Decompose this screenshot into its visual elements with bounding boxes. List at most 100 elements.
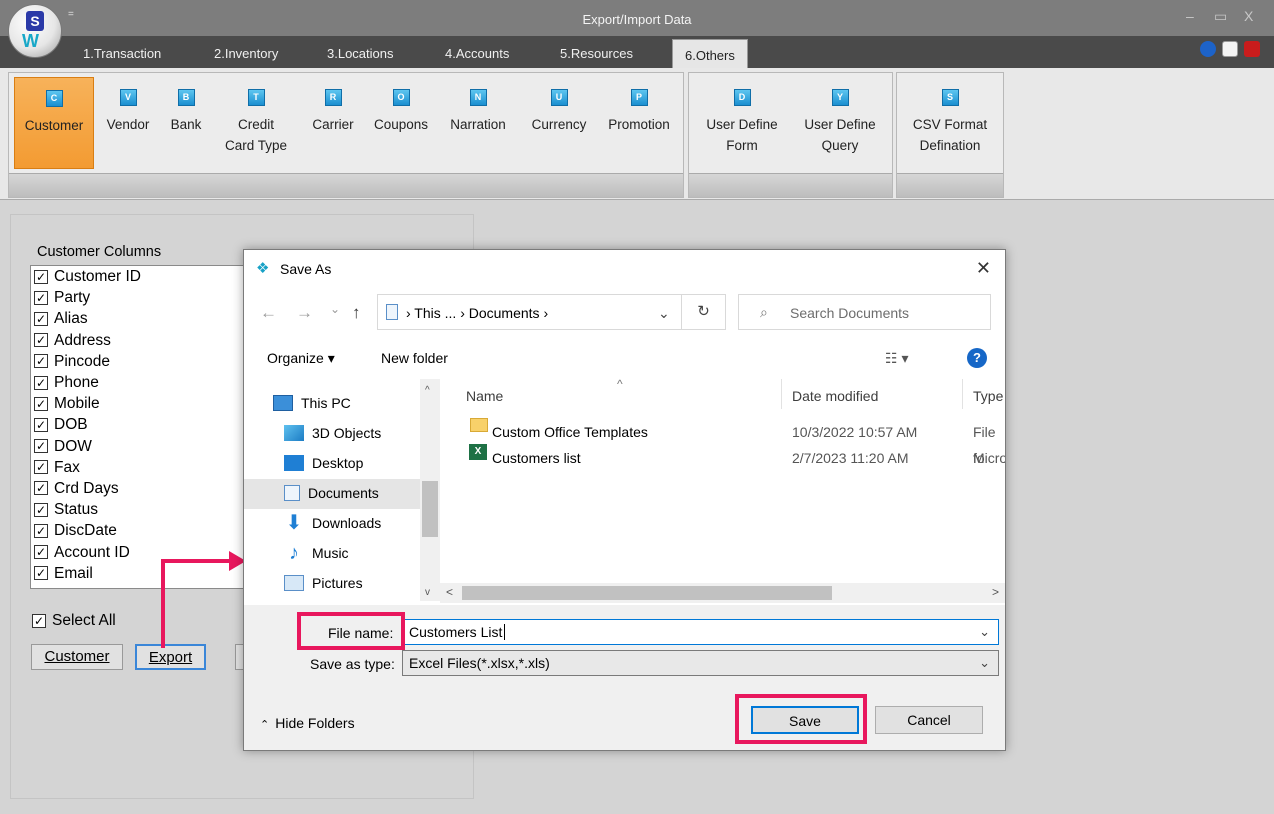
maximize-icon[interactable]: ▭ [1214,8,1227,25]
organize-menu[interactable]: Organize ▾ [267,350,335,367]
list-item[interactable]: ✓ Customer ID [31,266,249,287]
checkbox[interactable]: ✓ [34,290,48,305]
new-folder-button[interactable]: New folder [381,350,448,366]
app-logo[interactable]: S W [8,4,62,58]
ribbon-csv-format-button[interactable]: S CSV Format Defination [901,77,999,169]
column-header-date[interactable]: Date modified [792,388,878,404]
checkbox[interactable]: ✓ [34,354,48,369]
nav-item-this-pc[interactable]: This PC [273,389,351,417]
column-header-type[interactable]: Type [973,388,1003,404]
save-type-select[interactable]: Excel Files(*.xlsx,*.xls) ⌄ [402,650,999,676]
ribbon-bank-button[interactable]: B Bank [161,77,211,169]
ribbon-vendor-button[interactable]: V Vendor [97,77,159,169]
checkbox[interactable]: ✓ [34,417,48,432]
close-icon[interactable]: X [1244,8,1253,24]
file-row[interactable]: Custom Office Templates 10/3/2022 10:57 … [440,418,1005,466]
checkbox[interactable]: ✓ [34,375,48,390]
checkbox[interactable]: ✓ [34,333,48,348]
list-item[interactable]: ✓ DiscDate [31,520,249,541]
chevron-down-icon[interactable]: ⌄ [658,305,670,322]
checkbox[interactable]: ✓ [34,545,48,560]
tab-others[interactable]: 6.Others [672,39,748,69]
list-item[interactable]: ✓ Party [31,287,249,308]
tab-inventory[interactable]: 2.Inventory [214,46,278,61]
nav-item-music[interactable]: ♪ Music [284,539,349,567]
file-row[interactable]: X Customers list 2/7/2023 11:20 AM Micro [440,444,1005,471]
ribbon-currency-button[interactable]: U Currency [519,77,599,169]
list-item[interactable]: ✓ DOW [31,436,249,457]
help-icon[interactable]: ? [967,348,987,368]
document-icon[interactable] [1222,41,1238,57]
up-arrow-icon[interactable]: ↑ [352,303,361,323]
list-item[interactable]: ✓ Phone [31,372,249,393]
recent-locations-icon[interactable]: ⌄ [330,302,340,316]
nav-item-pictures[interactable]: Pictures [284,569,363,597]
nav-item-downloads[interactable]: ⬇ Downloads [284,509,382,537]
checkbox[interactable]: ✓ [34,311,48,326]
list-item[interactable]: ✓ Pincode [31,351,249,372]
file-list-scrollbar[interactable]: < > [440,583,1005,603]
checkbox[interactable]: ✓ [34,460,48,475]
file-name-input[interactable]: Customers List ⌄ [402,619,999,645]
cancel-button[interactable]: Cancel [875,706,983,734]
scroll-left-icon[interactable]: < [446,585,453,599]
list-item[interactable]: ✓ Account ID [31,541,249,562]
checkbox[interactable]: ✓ [34,269,48,284]
scrollbar-thumb[interactable] [422,481,438,537]
checkbox[interactable]: ✓ [34,502,48,517]
list-item[interactable]: ✓ Status [31,499,249,520]
list-item[interactable]: ✓ DOB [31,414,249,435]
exit-icon[interactable] [1244,41,1260,57]
checkbox[interactable]: ✓ [34,566,48,581]
forward-arrow-icon[interactable]: → [296,303,313,323]
ribbon-coupons-button[interactable]: O Coupons [366,77,436,169]
select-all-checkbox[interactable]: ✓ Select All [32,612,116,630]
tab-resources[interactable]: 5.Resources [560,46,633,61]
checkbox[interactable]: ✓ [32,614,46,628]
checkbox[interactable]: ✓ [34,523,48,538]
export-button[interactable]: Export [135,644,206,670]
list-item[interactable]: ✓ Alias [31,308,249,329]
ribbon-customer-button[interactable]: C Customer [14,77,94,169]
list-item[interactable]: ✓ Address [31,330,249,351]
back-arrow-icon[interactable]: ← [260,303,277,323]
ribbon-promotion-button[interactable]: P Promotion [599,77,679,169]
customer-button[interactable]: Customer [31,644,123,670]
address-bar[interactable]: › This ... › Documents › ⌄ [377,294,682,330]
customer-columns-list[interactable]: ✓ Customer ID ✓ Party ✓ Alias ✓ Address ✓ Pin… [30,265,250,589]
nav-item-desktop[interactable]: Desktop [284,449,363,477]
chevron-down-icon[interactable]: ⌄ [979,655,990,671]
nav-item-documents[interactable]: Documents [284,479,379,507]
list-item[interactable]: ✓ Email [31,563,249,584]
tab-accounts[interactable]: 4.Accounts [445,46,509,61]
list-item[interactable]: ✓ Fax [31,457,249,478]
scroll-right-icon[interactable]: > [992,585,999,599]
scroll-down-icon[interactable]: v [425,587,430,598]
checkbox[interactable]: ✓ [34,396,48,411]
ribbon-narration-button[interactable]: N Narration [439,77,517,169]
refresh-icon[interactable]: ↻ [682,294,726,330]
chevron-down-icon[interactable]: ⌄ [979,624,990,640]
view-options-icon[interactable]: ☷ ▾ [885,350,908,367]
checkbox[interactable]: ✓ [34,439,48,454]
ribbon-carrier-button[interactable]: R Carrier [299,77,367,169]
ribbon-credit-card-type-button[interactable]: T Credit Card Type [214,77,298,169]
nav-scrollbar[interactable]: ^ v [420,379,440,601]
scrollbar-thumb[interactable] [462,586,832,600]
help-icon[interactable] [1200,41,1216,57]
minimize-icon[interactable]: – [1186,8,1194,24]
checkbox[interactable]: ✓ [34,481,48,496]
list-item[interactable]: ✓ Mobile [31,393,249,414]
logo-letter: S [26,11,44,31]
column-header-name[interactable]: Name [466,388,503,404]
nav-item-3d-objects[interactable]: 3D Objects [284,419,381,447]
ribbon-user-define-query-button[interactable]: Y User Define Query [792,77,888,169]
hide-folders-toggle[interactable]: ⌃ Hide Folders [260,715,355,731]
list-item[interactable]: ✓ Crd Days [31,478,249,499]
search-input[interactable]: ⌕ Search Documents [738,294,991,330]
close-icon[interactable]: ✕ [976,258,991,279]
tab-locations[interactable]: 3.Locations [327,46,394,61]
tab-transaction[interactable]: 1.Transaction [83,46,161,61]
scroll-up-icon[interactable]: ^ [425,385,430,396]
ribbon-user-define-form-button[interactable]: D User Define Form [694,77,790,169]
